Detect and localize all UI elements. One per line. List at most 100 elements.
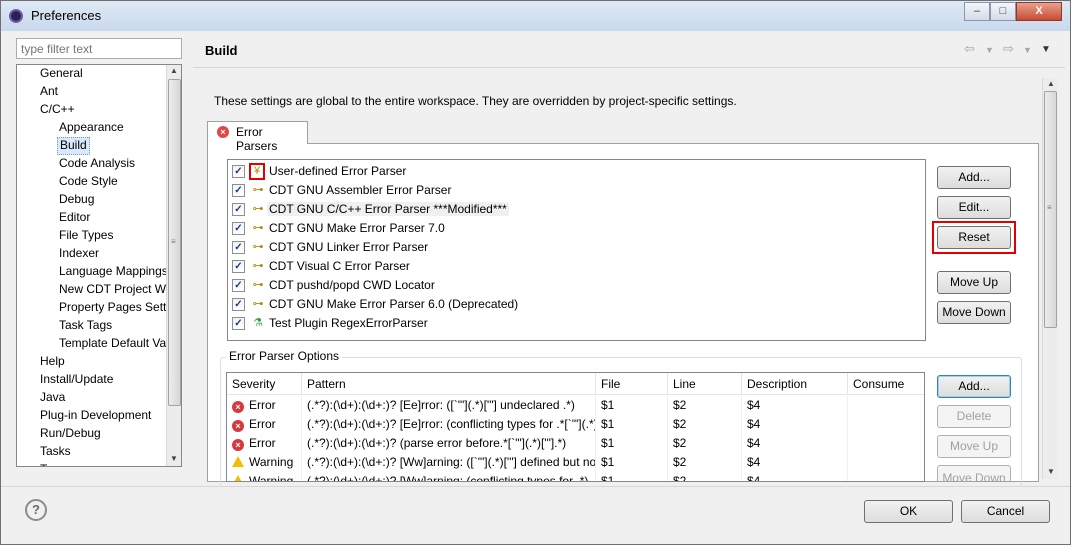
tree-item[interactable]: Build [57, 137, 90, 155]
cell-severity: × Error [227, 415, 302, 434]
parser-list-item[interactable]: ✓ ⚗ Test Plugin RegexErrorParser [232, 314, 792, 333]
page-scroll-up-arrow-icon[interactable]: ▲ [1044, 78, 1058, 90]
ok-button[interactable]: OK [864, 500, 953, 523]
parser-checkbox[interactable]: ✓ [232, 279, 245, 292]
forward-menu-chevron-icon[interactable]: ▼ [1023, 45, 1032, 55]
tree-item[interactable]: Help [38, 353, 67, 371]
table-row[interactable]: Warning (.*?):(\d+):(\d+:)? [Ww]arning: (… [227, 472, 924, 482]
tree-item[interactable]: File Types [57, 227, 115, 245]
parser-list-item[interactable]: ✓ ⊶ CDT GNU Linker Error Parser [232, 238, 792, 257]
edit-parser-button[interactable]: Edit... [937, 196, 1011, 219]
parser-checkbox[interactable]: ✓ [232, 260, 245, 273]
page-scroll-down-arrow-icon[interactable]: ▼ [1044, 466, 1058, 478]
table-row[interactable]: Warning (.*?):(\d+):(\d+:)? [Ww]arning: (… [227, 453, 924, 472]
scroll-down-arrow-icon[interactable]: ▼ [167, 453, 181, 465]
tree-item[interactable]: Java [38, 389, 67, 407]
column-header[interactable]: Description [742, 373, 848, 395]
error-icon: × [232, 401, 244, 413]
tree-item[interactable]: General [38, 65, 85, 83]
error-icon: × [232, 439, 244, 451]
column-header[interactable]: Consume [848, 373, 924, 395]
table-row[interactable]: × Error (.*?):(\d+):(\d+:)? [Ee]rror: ([`'… [227, 396, 924, 415]
parser-checkbox[interactable]: ✓ [232, 317, 245, 330]
column-header[interactable]: File [596, 373, 668, 395]
tree-item[interactable]: C/C++ [38, 101, 77, 119]
cell-description: $4 [742, 396, 848, 415]
move-down-parser-button[interactable]: Move Down [937, 301, 1011, 324]
filter-input[interactable] [16, 38, 182, 59]
parser-list-item[interactable]: ✓ ⊶ CDT GNU Assembler Error Parser [232, 181, 792, 200]
tree-item[interactable]: New CDT Project Wi [57, 281, 171, 299]
severity-label: Warning [249, 474, 294, 482]
cell-severity: × Error [227, 396, 302, 415]
parser-checkbox[interactable]: ✓ [232, 203, 245, 216]
add-option-button[interactable]: Add... [937, 375, 1011, 398]
tree-item[interactable]: Run/Debug [38, 425, 103, 443]
severity-label: Error [249, 436, 276, 450]
tab-error-parsers[interactable]: × Error Parsers [207, 121, 308, 153]
column-header[interactable]: Severity [227, 373, 302, 395]
tree-scrollbar[interactable]: ▲ ≡ ▼ [166, 65, 181, 466]
parser-list-item[interactable]: ✓ ¥ User-defined Error Parser [232, 162, 792, 181]
help-icon[interactable]: ? [25, 499, 47, 521]
parser-label: CDT GNU Make Error Parser 7.0 [269, 221, 445, 235]
parser-plug-icon: ⊶ [252, 222, 264, 234]
parser-checkbox[interactable]: ✓ [232, 222, 245, 235]
tree-item[interactable]: Team [38, 461, 71, 466]
cell-pattern: (.*?):(\d+):(\d+:)? [Ww]arning: ([`'"](.… [302, 453, 596, 472]
move-down-option-button[interactable]: Move Down [937, 465, 1011, 481]
parser-checkbox[interactable]: ✓ [232, 241, 245, 254]
column-header[interactable]: Pattern [302, 373, 596, 395]
tree-item[interactable]: Tasks [38, 443, 73, 461]
parser-list-item[interactable]: ✓ ⊶ CDT GNU Make Error Parser 7.0 [232, 219, 792, 238]
tree-item[interactable]: Install/Update [38, 371, 115, 389]
cell-description: $4 [742, 472, 848, 481]
preferences-tree: General Ant C/C++ Appearance Build Code Analy… [16, 64, 182, 467]
parser-list-item[interactable]: ✓ ⊶ CDT pushd/popd CWD Locator [232, 276, 792, 295]
parser-plug-icon: ⊶ [252, 184, 264, 196]
tree-item[interactable]: Debug [57, 191, 96, 209]
cancel-button[interactable]: Cancel [961, 500, 1050, 523]
tree-item[interactable]: Language Mappings [57, 263, 170, 281]
maximize-button[interactable]: □ [990, 2, 1016, 21]
cell-line: $2 [668, 415, 742, 434]
tree-item[interactable]: Appearance [57, 119, 126, 137]
tree-item[interactable]: Code Style [57, 173, 120, 191]
parser-list-item[interactable]: ✓ ⊶ CDT GNU Make Error Parser 6.0 (Depreca… [232, 295, 792, 314]
back-arrow-icon[interactable]: ⇦ [964, 41, 975, 57]
parser-list-item[interactable]: ✓ ⊶ CDT GNU C/C++ Error Parser ***Modified… [232, 200, 792, 219]
add-parser-button[interactable]: Add... [937, 166, 1011, 189]
parser-checkbox[interactable]: ✓ [232, 298, 245, 311]
delete-option-button[interactable]: Delete [937, 405, 1011, 428]
view-menu-icon[interactable]: ▼ [1041, 44, 1051, 55]
page-scrollbar[interactable]: ▲ ≡ ▼ [1042, 78, 1058, 479]
tree-item[interactable]: Template Default Va [57, 335, 168, 353]
cell-severity: Warning [227, 453, 302, 472]
table-row[interactable]: × Error (.*?):(\d+):(\d+:)? [Ee]rror: (con… [227, 415, 924, 434]
tree-item[interactable]: Ant [38, 83, 60, 101]
tree-item[interactable]: Plug-in Development [38, 407, 153, 425]
parser-checkbox[interactable]: ✓ [232, 184, 245, 197]
minimize-button[interactable]: – [964, 2, 990, 21]
scroll-up-arrow-icon[interactable]: ▲ [167, 65, 181, 77]
parser-list-item[interactable]: ✓ ⊶ CDT Visual C Error Parser [232, 257, 792, 276]
parser-label: CDT GNU Assembler Error Parser [269, 183, 452, 197]
close-button[interactable]: X [1016, 2, 1062, 21]
back-menu-chevron-icon[interactable]: ▼ [985, 45, 994, 55]
error-icon: × [217, 126, 229, 138]
table-row[interactable]: × Error (.*?):(\d+):(\d+:)? (parse error b… [227, 434, 924, 453]
tree-item[interactable]: Indexer [57, 245, 101, 263]
parser-checkbox[interactable]: ✓ [232, 165, 245, 178]
parser-label: CDT GNU C/C++ Error Parser ***Modified**… [267, 202, 509, 216]
move-up-option-button[interactable]: Move Up [937, 435, 1011, 458]
column-header[interactable]: Line [668, 373, 742, 395]
parser-label: CDT GNU Linker Error Parser [269, 240, 429, 254]
parser-label: Test Plugin RegexErrorParser [269, 316, 428, 330]
parser-plug-icon: ⊶ [252, 260, 264, 272]
move-up-parser-button[interactable]: Move Up [937, 271, 1011, 294]
tree-item[interactable]: Task Tags [57, 317, 114, 335]
tree-item[interactable]: Editor [57, 209, 92, 227]
tree-item[interactable]: Property Pages Setti [57, 299, 171, 317]
tree-item[interactable]: Code Analysis [57, 155, 137, 173]
forward-arrow-icon[interactable]: ⇨ [1003, 41, 1014, 57]
